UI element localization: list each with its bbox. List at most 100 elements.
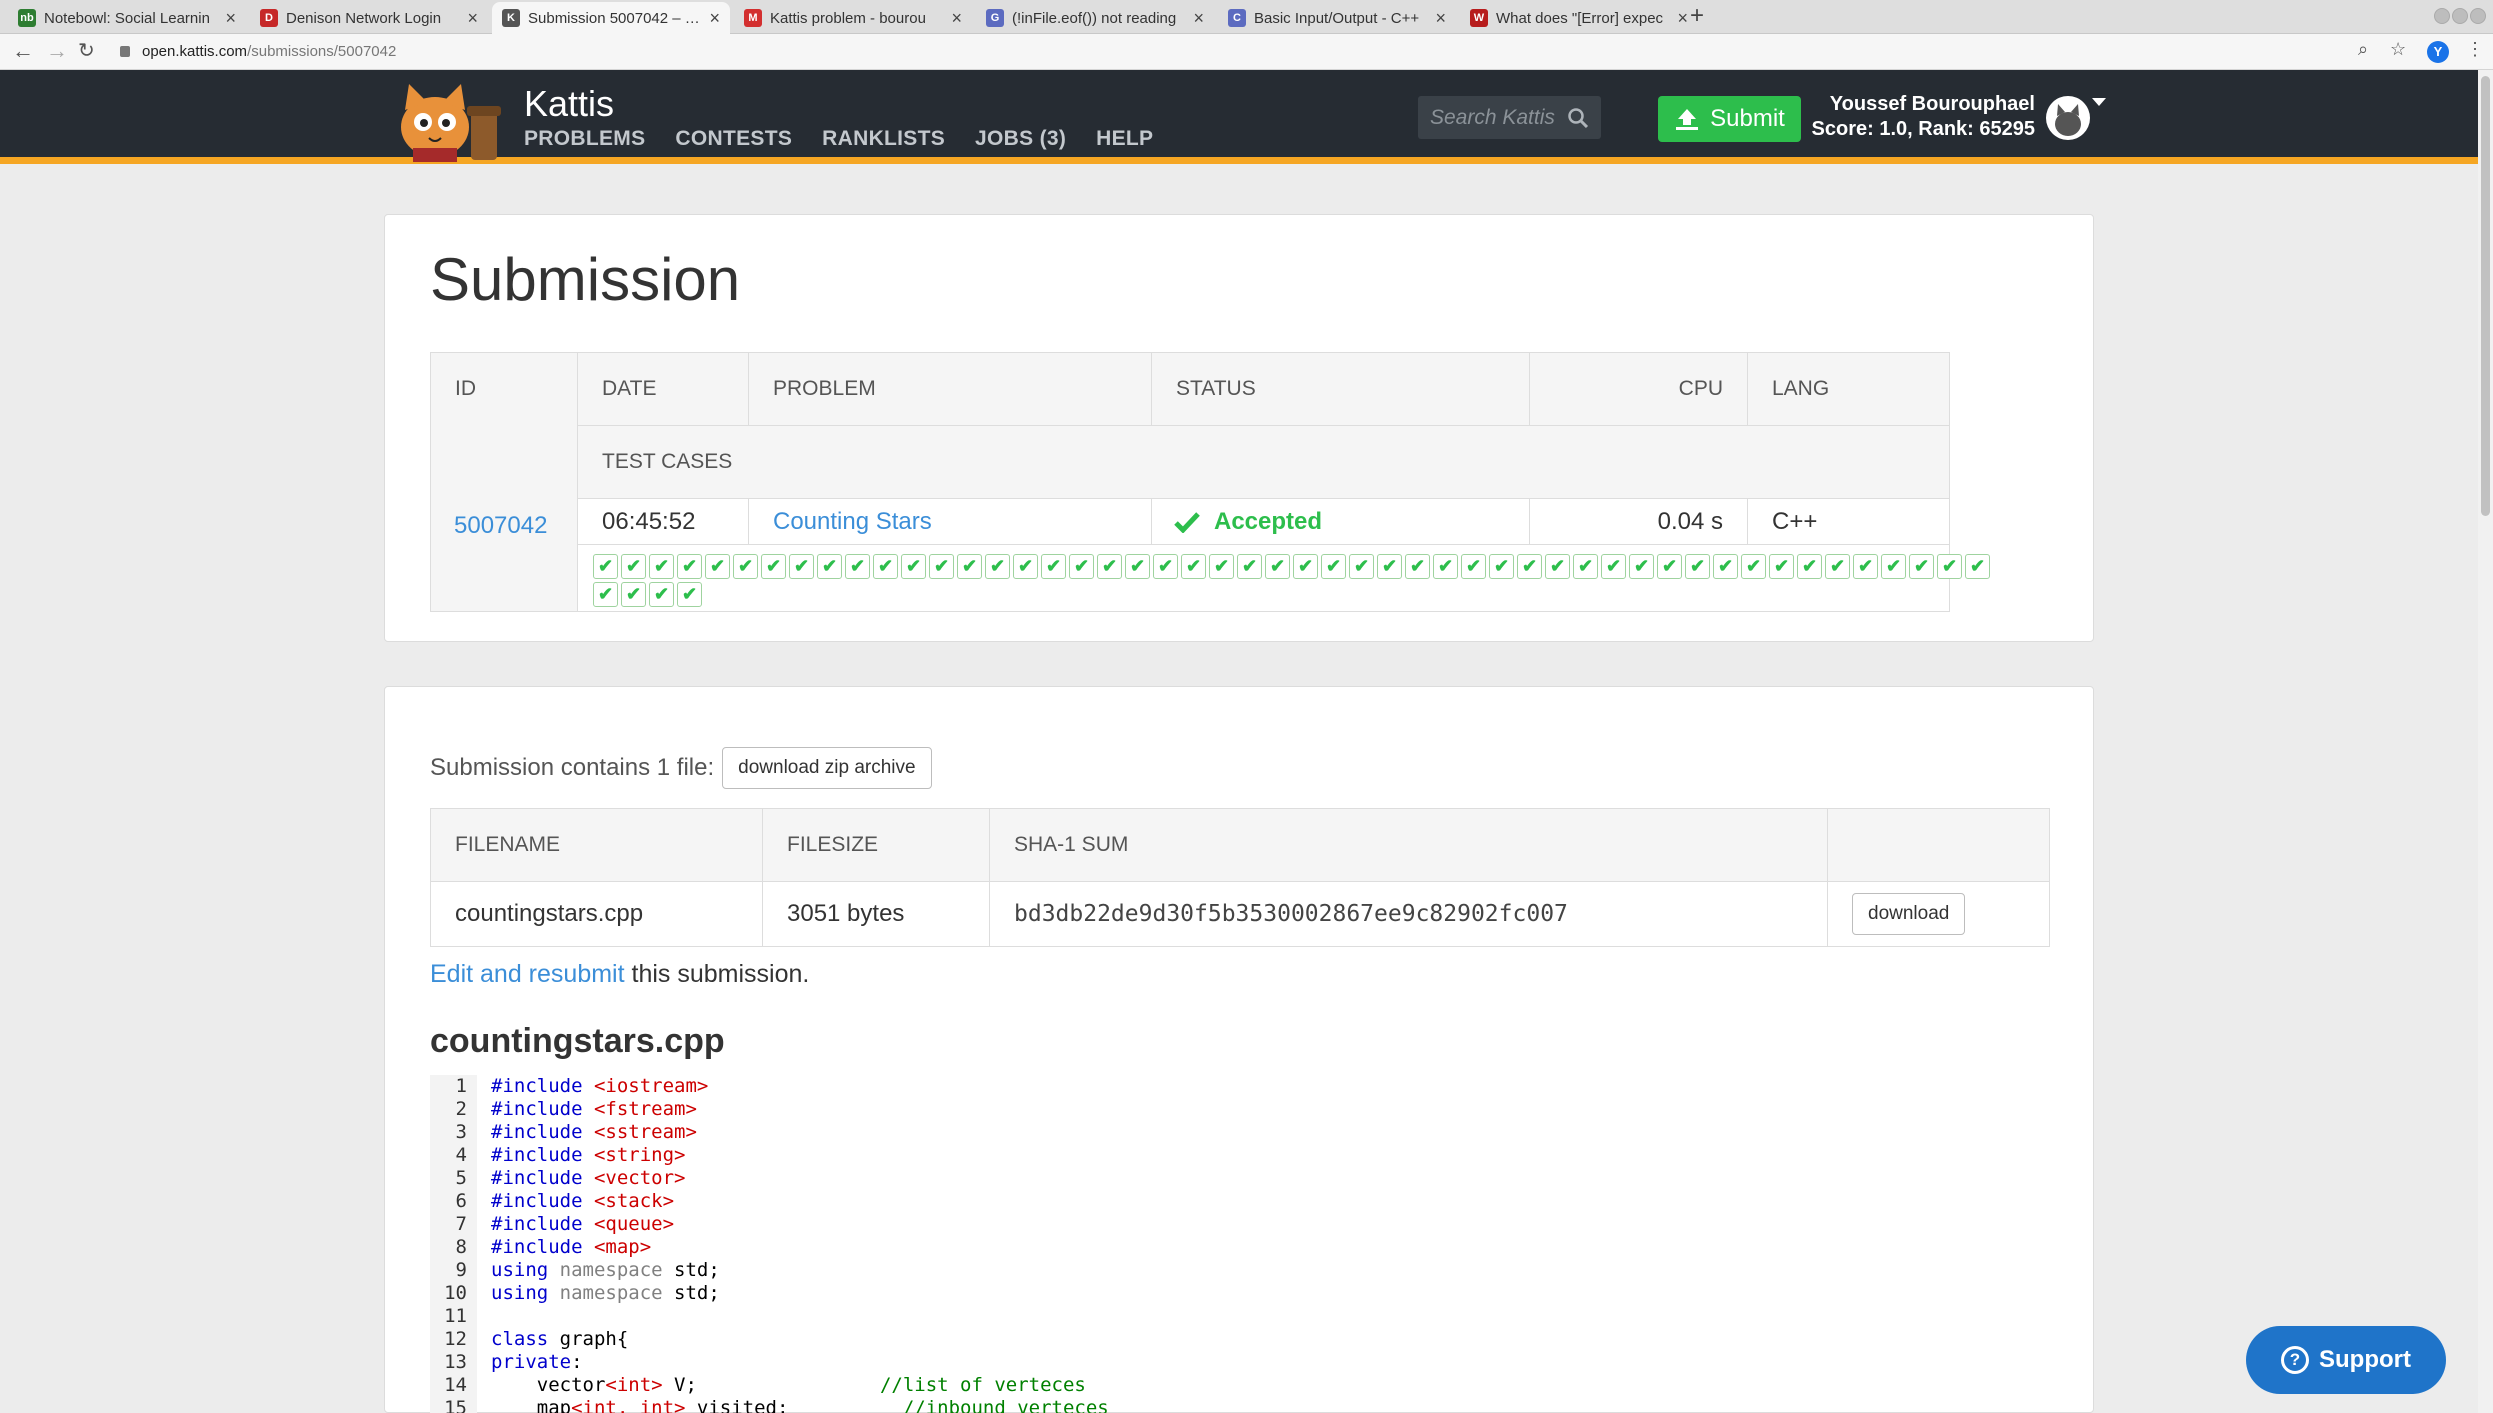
reload-icon[interactable]: ↻ [78,38,95,63]
scrollbar-thumb[interactable] [2481,76,2490,516]
test-case-check-icon[interactable]: ✔ [1657,554,1682,579]
browser-tab[interactable]: nb Notebowl: Social Learnin × [8,2,246,34]
test-case-check-icon[interactable]: ✔ [1937,554,1962,579]
test-case-check-icon[interactable]: ✔ [649,582,674,607]
test-case-check-icon[interactable]: ✔ [1461,554,1486,579]
test-case-check-icon[interactable]: ✔ [593,582,618,607]
nav-help[interactable]: HELP [1096,127,1153,151]
nav-ranklists[interactable]: RANKLISTS [822,127,945,151]
test-case-check-icon[interactable]: ✔ [1629,554,1654,579]
test-case-check-icon[interactable]: ✔ [649,554,674,579]
nav-contests[interactable]: CONTESTS [675,127,792,151]
support-button[interactable]: ? Support [2246,1326,2446,1394]
test-case-check-icon[interactable]: ✔ [985,554,1010,579]
browser-tab[interactable]: G (!inFile.eof()) not reading × [976,2,1214,34]
submission-id-link[interactable]: 5007042 [454,512,547,540]
nav-jobs[interactable]: JOBS (3) [975,127,1066,151]
edit-resubmit-link[interactable]: Edit and resubmit [430,960,625,988]
test-case-check-icon[interactable]: ✔ [1433,554,1458,579]
minimize-window-icon[interactable] [2434,8,2450,24]
page-scrollbar[interactable] [2478,70,2493,1413]
test-case-check-icon[interactable]: ✔ [677,554,702,579]
test-case-check-icon[interactable]: ✔ [621,582,646,607]
test-case-check-icon[interactable]: ✔ [1909,554,1934,579]
tab-close-icon[interactable]: × [1677,8,1688,29]
tab-close-icon[interactable]: × [1435,8,1446,29]
test-case-check-icon[interactable]: ✔ [1573,554,1598,579]
test-case-check-icon[interactable]: ✔ [1209,554,1234,579]
test-case-check-icon[interactable]: ✔ [1965,554,1990,579]
user-avatar[interactable] [2046,96,2090,140]
tab-close-icon[interactable]: × [467,8,478,29]
tab-close-icon[interactable]: × [1193,8,1204,29]
test-case-check-icon[interactable]: ✔ [1349,554,1374,579]
kattis-cat-logo-icon[interactable] [385,82,509,162]
test-case-check-icon[interactable]: ✔ [1685,554,1710,579]
browser-tab[interactable]: C Basic Input/Output - C++ × [1218,2,1456,34]
forward-icon[interactable]: → [46,38,68,64]
browser-tab[interactable]: K Submission 5007042 – Kat × [492,2,730,34]
test-case-check-icon[interactable]: ✔ [1321,554,1346,579]
profile-avatar[interactable]: Y [2427,41,2449,63]
test-case-check-icon[interactable]: ✔ [1181,554,1206,579]
test-case-check-icon[interactable]: ✔ [1489,554,1514,579]
test-case-check-icon[interactable]: ✔ [901,554,926,579]
download-zip-button[interactable]: download zip archive [722,747,932,789]
test-case-check-icon[interactable]: ✔ [1797,554,1822,579]
test-case-check-icon[interactable]: ✔ [1853,554,1878,579]
browser-tab[interactable]: D Denison Network Login × [250,2,488,34]
test-case-check-icon[interactable]: ✔ [705,554,730,579]
close-window-icon[interactable] [2470,8,2486,24]
test-case-check-icon[interactable]: ✔ [1097,554,1122,579]
test-case-check-icon[interactable]: ✔ [733,554,758,579]
download-file-button[interactable]: download [1852,893,1966,935]
submit-button[interactable]: Submit [1658,96,1801,142]
test-case-check-icon[interactable]: ✔ [1405,554,1430,579]
test-case-check-icon[interactable]: ✔ [957,554,982,579]
test-case-check-icon[interactable]: ✔ [621,554,646,579]
test-case-check-icon[interactable]: ✔ [873,554,898,579]
search-input[interactable]: Search Kattis [1418,96,1601,139]
test-case-check-icon[interactable]: ✔ [1013,554,1038,579]
test-case-check-icon[interactable]: ✔ [1069,554,1094,579]
test-case-check-icon[interactable]: ✔ [1153,554,1178,579]
user-info[interactable]: Youssef Bourouphael Score: 1.0, Rank: 65… [1810,92,2035,142]
test-case-check-icon[interactable]: ✔ [1601,554,1626,579]
back-icon[interactable]: ← [12,38,34,64]
problem-link[interactable]: Counting Stars [773,508,932,536]
test-case-check-icon[interactable]: ✔ [1769,554,1794,579]
test-case-check-icon[interactable]: ✔ [789,554,814,579]
test-case-check-icon[interactable]: ✔ [1741,554,1766,579]
test-case-check-icon[interactable]: ✔ [817,554,842,579]
browser-menu-icon[interactable]: ⋮ [2466,39,2484,60]
test-case-check-icon[interactable]: ✔ [1125,554,1150,579]
test-case-check-icon[interactable]: ✔ [845,554,870,579]
tab-close-icon[interactable]: × [951,8,962,29]
test-case-check-icon[interactable]: ✔ [1041,554,1066,579]
chevron-down-icon[interactable] [2092,98,2106,106]
brand-name[interactable]: Kattis [524,83,614,125]
nav-problems[interactable]: PROBLEMS [524,127,645,151]
maximize-window-icon[interactable] [2452,8,2468,24]
test-case-check-icon[interactable]: ✔ [1881,554,1906,579]
zoom-icon[interactable]: ⌕ [2358,39,2368,60]
test-case-check-icon[interactable]: ✔ [1713,554,1738,579]
tab-close-icon[interactable]: × [709,8,720,29]
browser-tab[interactable]: M Kattis problem - bourou × [734,2,972,34]
browser-tab[interactable]: W What does "[Error] expec × [1460,2,1698,34]
test-case-check-icon[interactable]: ✔ [1265,554,1290,579]
test-case-check-icon[interactable]: ✔ [929,554,954,579]
test-case-check-icon[interactable]: ✔ [1517,554,1542,579]
tab-close-icon[interactable]: × [225,8,236,29]
test-case-check-icon[interactable]: ✔ [1377,554,1402,579]
search-icon[interactable] [1567,107,1589,129]
test-case-check-icon[interactable]: ✔ [593,554,618,579]
test-case-check-icon[interactable]: ✔ [1545,554,1570,579]
test-case-check-icon[interactable]: ✔ [677,582,702,607]
new-tab-icon[interactable]: + [1690,2,1704,30]
bookmark-star-icon[interactable]: ☆ [2390,39,2406,60]
test-case-check-icon[interactable]: ✔ [761,554,786,579]
test-case-check-icon[interactable]: ✔ [1825,554,1850,579]
url-field[interactable]: open.kattis.com/submissions/5007042 [142,43,396,60]
test-case-check-icon[interactable]: ✔ [1237,554,1262,579]
